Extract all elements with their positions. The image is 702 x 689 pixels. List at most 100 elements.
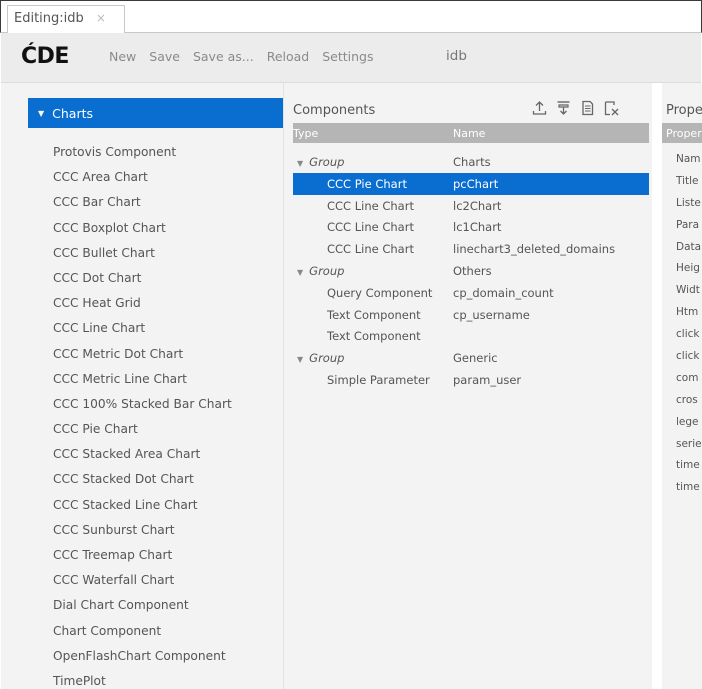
column-name: Name	[453, 127, 486, 140]
column-type: Type	[293, 127, 319, 140]
row-name: cp_domain_count	[453, 285, 554, 300]
row-type: CCC Pie Chart	[327, 176, 407, 191]
table-row[interactable]: Text Component cp_username	[293, 304, 649, 326]
table-row[interactable]: CCC Line Chart lc1Chart	[293, 216, 649, 238]
properties-title: Prope	[666, 103, 702, 118]
caret-down-icon: ▼	[38, 109, 45, 118]
table-row[interactable]: Simple Parameter param_user	[293, 369, 649, 391]
palette-item[interactable]: Protovis Component	[53, 145, 232, 170]
clear-icon[interactable]	[604, 100, 619, 116]
tab-close-icon[interactable]: ×	[96, 11, 106, 25]
header: ĆDE New Save Save as... Reload Settings …	[1, 33, 701, 83]
components-toolbar	[532, 100, 619, 116]
property-item[interactable]: Liste	[676, 197, 702, 219]
palette-item[interactable]: CCC Metric Dot Chart	[53, 347, 232, 372]
property-item[interactable]: Heig	[676, 262, 702, 284]
palette-item[interactable]: CCC Boxplot Chart	[53, 221, 232, 246]
palette-item[interactable]: CCC Treemap Chart	[53, 548, 232, 573]
tab-editing[interactable]: Editing:idb ×	[7, 5, 125, 33]
palette-item[interactable]: CCC Stacked Line Chart	[53, 498, 232, 523]
row-name: cp_username	[453, 307, 530, 322]
caret-down-icon[interactable]: ▼	[297, 268, 303, 277]
property-item[interactable]: lege	[676, 416, 702, 438]
row-type: CCC Line Chart	[327, 198, 414, 213]
property-item[interactable]: time	[676, 459, 702, 481]
property-item[interactable]: com	[676, 372, 702, 394]
property-item[interactable]: Htm	[676, 306, 702, 328]
download-icon[interactable]	[556, 100, 571, 116]
properties-list: Nam Title Liste Para Data Heig Widt Htm …	[676, 153, 702, 503]
components-panel: Components Type Name ▼ Group Charts CCC P…	[284, 83, 652, 689]
settings-button[interactable]: Settings	[322, 49, 373, 64]
row-name: param_user	[453, 372, 522, 387]
new-button[interactable]: New	[109, 49, 136, 64]
table-row[interactable]: Query Component cp_domain_count	[293, 282, 649, 304]
components-table-header: Type Name	[293, 123, 649, 143]
save-as-button[interactable]: Save as...	[193, 49, 254, 64]
table-row[interactable]: ▼ Group Others	[293, 260, 649, 282]
copy-icon[interactable]	[580, 100, 595, 116]
property-item[interactable]: click	[676, 350, 702, 372]
tab-title: Editing:idb	[14, 11, 84, 26]
row-name: lc1Chart	[453, 220, 502, 235]
components-table: ▼ Group Charts CCC Pie Chart pcChart CCC …	[293, 151, 649, 391]
component-palette: ▼ Charts Protovis Component CCC Area Char…	[1, 83, 284, 689]
caret-down-icon[interactable]: ▼	[297, 355, 303, 364]
table-row[interactable]: ▼ Group Charts	[293, 151, 649, 173]
property-item[interactable]: cros	[676, 394, 702, 416]
property-item[interactable]: serie	[676, 438, 702, 460]
palette-item[interactable]: Dial Chart Component	[53, 598, 232, 623]
table-row[interactable]: CCC Line Chart linechart3_deleted_domain…	[293, 238, 649, 260]
palette-item[interactable]: CCC Heat Grid	[53, 296, 232, 321]
row-name: linechart3_deleted_domains	[453, 242, 616, 257]
palette-item[interactable]: CCC Stacked Dot Chart	[53, 472, 232, 497]
palette-item[interactable]: CCC Pie Chart	[53, 422, 232, 447]
property-item[interactable]: Para	[676, 219, 702, 241]
caret-down-icon[interactable]: ▼	[297, 159, 303, 168]
palette-item[interactable]: CCC Metric Line Chart	[53, 372, 232, 397]
palette-item[interactable]: CCC Line Chart	[53, 321, 232, 346]
cde-logo: ĆDE	[21, 44, 69, 69]
header-menu: New Save Save as... Reload Settings	[109, 49, 387, 64]
table-row[interactable]: CCC Line Chart lc2Chart	[293, 195, 649, 217]
palette-item[interactable]: CCC 100% Stacked Bar Chart	[53, 397, 232, 422]
row-name: Generic	[453, 351, 498, 366]
property-item[interactable]: Widt	[676, 284, 702, 306]
property-item[interactable]: Data	[676, 241, 702, 263]
palette-item[interactable]: CCC Bar Chart	[53, 195, 232, 220]
palette-item[interactable]: CCC Waterfall Chart	[53, 573, 232, 598]
property-item[interactable]: click	[676, 328, 702, 350]
palette-item[interactable]: Chart Component	[53, 624, 232, 649]
components-title: Components	[293, 103, 376, 118]
charts-list: Protovis Component CCC Area Chart CCC Ba…	[53, 145, 232, 689]
palette-item[interactable]: CCC Stacked Area Chart	[53, 447, 232, 472]
row-type: CCC Line Chart	[327, 242, 414, 257]
property-item[interactable]: Nam	[676, 153, 702, 175]
upload-icon[interactable]	[532, 100, 547, 116]
row-type: Group	[309, 351, 345, 366]
property-item[interactable]: Title	[676, 175, 702, 197]
save-button[interactable]: Save	[149, 49, 180, 64]
charts-section-header[interactable]: ▼ Charts	[28, 98, 283, 128]
row-name: pcChart	[453, 176, 499, 191]
row-type: Group	[309, 263, 345, 278]
property-item[interactable]: time	[676, 481, 702, 503]
properties-panel: Prope Proper Nam Title Liste Para Data H…	[652, 83, 702, 689]
row-name: Charts	[453, 155, 491, 169]
row-type: Text Component	[327, 329, 421, 344]
row-type: Query Component	[327, 285, 433, 300]
row-name: Others	[453, 263, 492, 278]
palette-item[interactable]: CCC Area Chart	[53, 170, 232, 195]
reload-button[interactable]: Reload	[267, 49, 310, 64]
palette-item[interactable]: CCC Dot Chart	[53, 271, 232, 296]
tab-bar: Editing:idb ×	[0, 0, 702, 33]
table-row[interactable]: Text Component	[293, 325, 649, 347]
table-row[interactable]: CCC Pie Chart pcChart	[293, 172, 649, 195]
row-type: Text Component	[327, 307, 421, 322]
charts-section-label: Charts	[52, 106, 94, 121]
palette-item[interactable]: CCC Bullet Chart	[53, 246, 232, 271]
table-row[interactable]: ▼ Group Generic	[293, 347, 649, 369]
palette-item[interactable]: OpenFlashChart Component	[53, 649, 232, 674]
palette-item[interactable]: TimePlot	[53, 674, 232, 689]
palette-item[interactable]: CCC Sunburst Chart	[53, 523, 232, 548]
